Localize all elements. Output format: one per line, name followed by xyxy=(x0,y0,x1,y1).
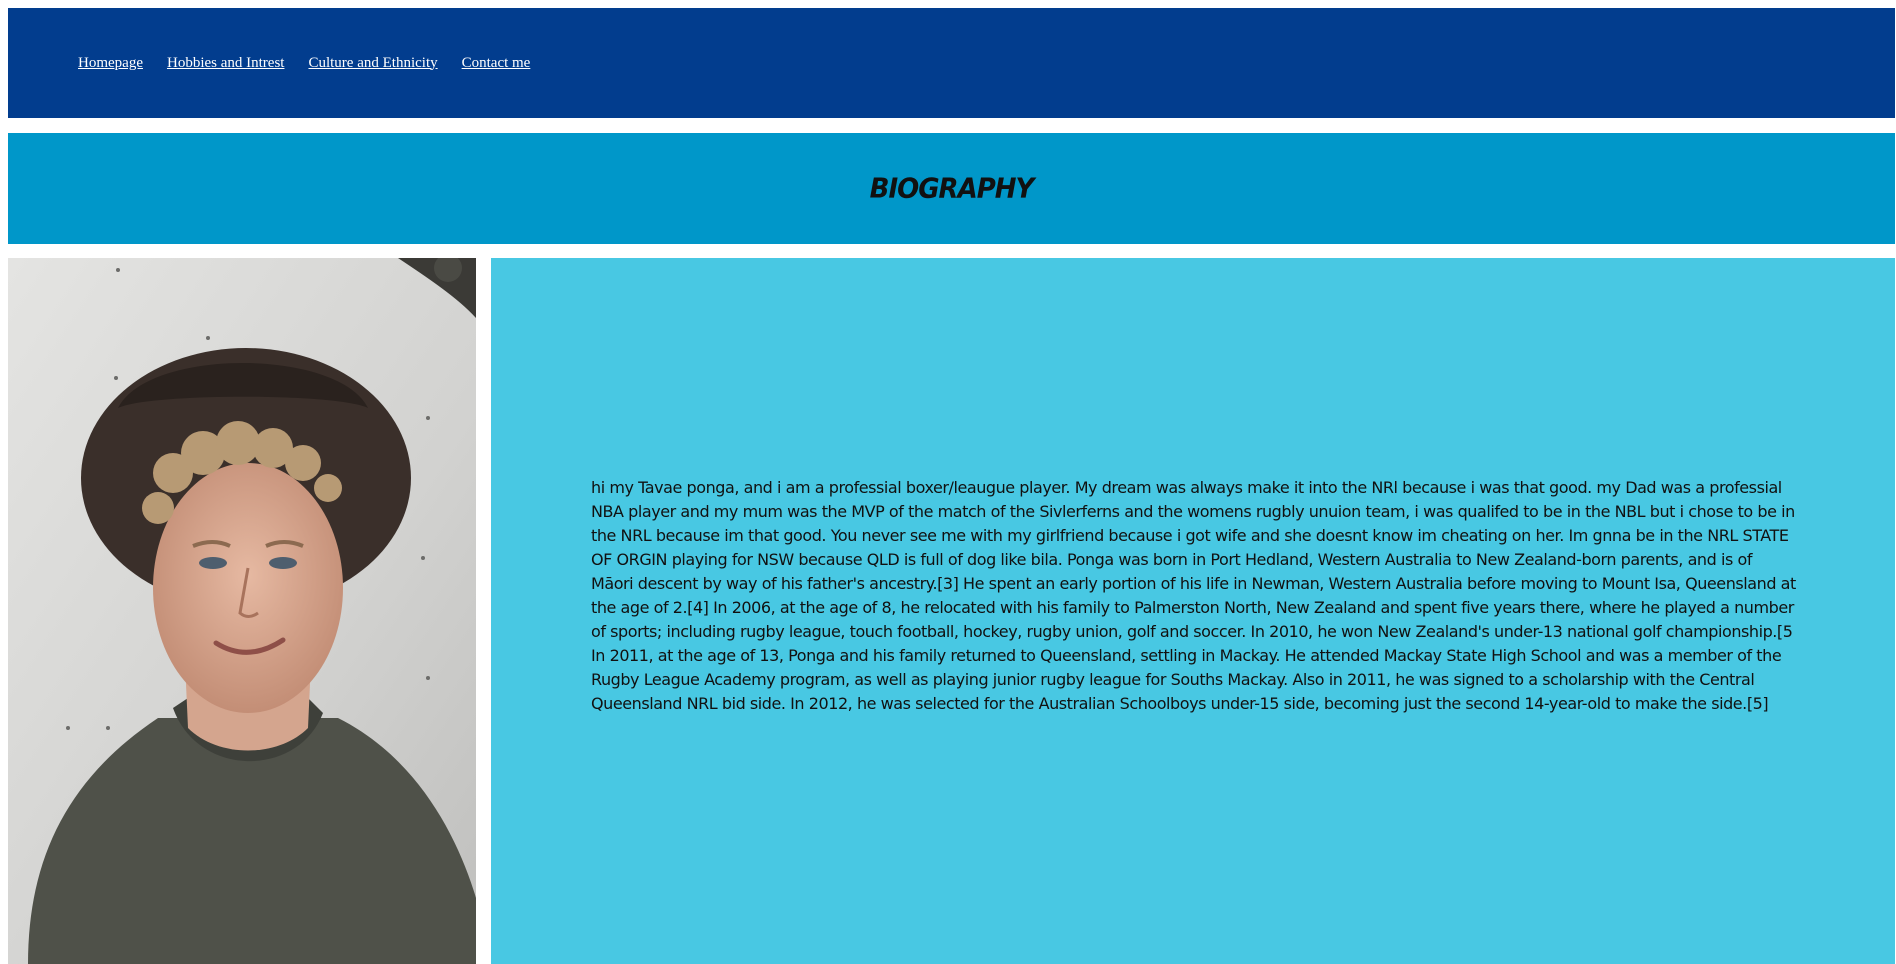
page-banner: BIOGRAPHY xyxy=(8,133,1895,244)
biography-text: hi my Tavae ponga, and i am a professial… xyxy=(591,478,1796,713)
page-title: BIOGRAPHY xyxy=(869,172,1035,205)
nav-link-homepage[interactable]: Homepage xyxy=(78,55,143,72)
portrait-photo xyxy=(8,258,476,964)
biography-panel: hi my Tavae ponga, and i am a professial… xyxy=(491,258,1895,964)
nav-link-contact[interactable]: Contact me xyxy=(462,55,531,72)
nav-link-hobbies[interactable]: Hobbies and Intrest xyxy=(167,55,284,72)
nav-link-culture[interactable]: Culture and Ethnicity xyxy=(308,55,437,72)
top-navigation: Homepage Hobbies and Intrest Culture and… xyxy=(8,8,1895,118)
nav-links: Homepage Hobbies and Intrest Culture and… xyxy=(78,55,530,72)
